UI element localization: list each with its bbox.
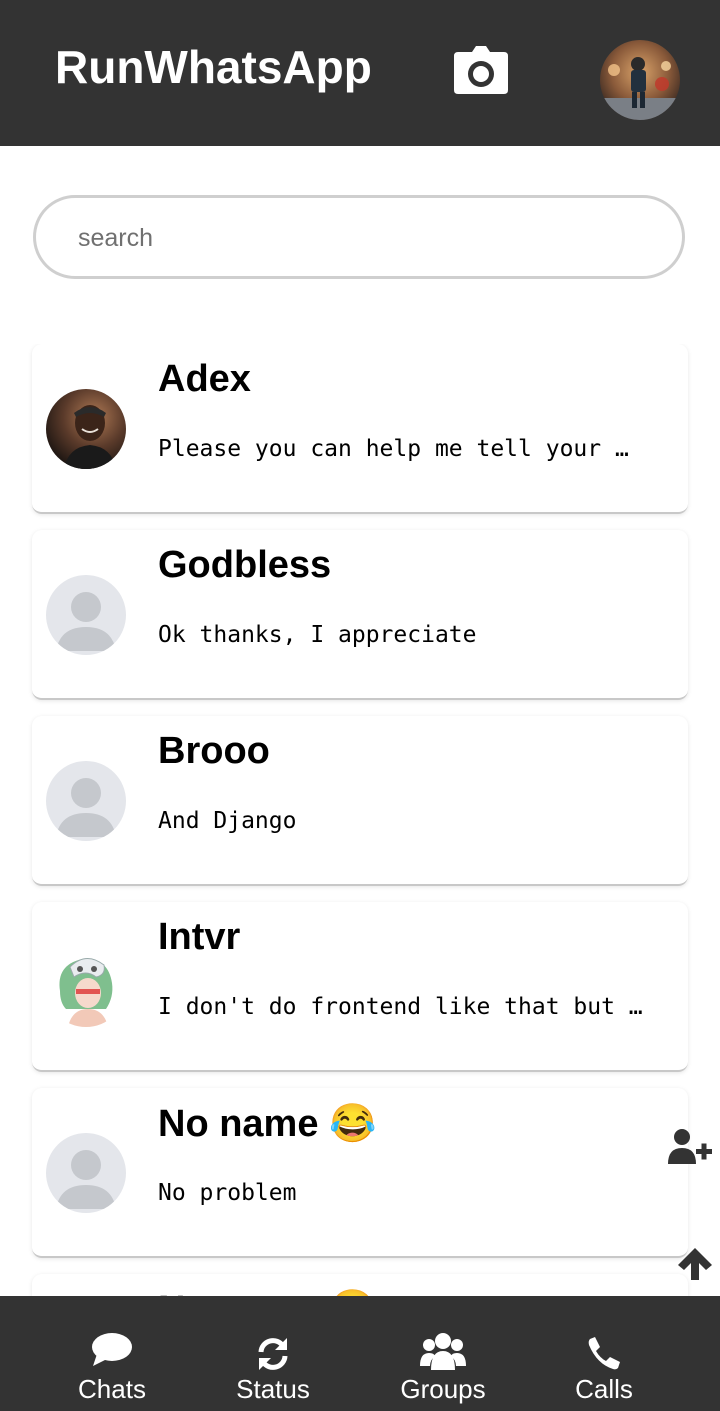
- default-user-icon: [46, 575, 126, 655]
- chat-last-message: Ok thanks, I appreciate: [158, 622, 477, 648]
- nav-label: Status: [236, 1374, 310, 1404]
- avatar: [46, 389, 126, 469]
- avatar: [46, 947, 126, 1027]
- nav-calls[interactable]: Calls: [534, 1296, 674, 1411]
- chat-last-message: And Django: [158, 808, 297, 834]
- chat-name: Brooo: [158, 730, 270, 772]
- avatar: [46, 1133, 126, 1213]
- chat-last-message: No problem: [158, 1180, 297, 1206]
- refresh-icon: [258, 1338, 288, 1370]
- add-contact-button[interactable]: [668, 1128, 714, 1171]
- chat-bubble-icon: [92, 1333, 132, 1366]
- profile-avatar[interactable]: [600, 40, 680, 120]
- nav-label: Groups: [400, 1374, 486, 1404]
- app-title: RunWhatsApp: [55, 41, 372, 93]
- chat-item-godbless[interactable]: Godbless Ok thanks, I appreciate: [32, 530, 688, 700]
- default-user-icon: [46, 761, 126, 841]
- nav-label: Chats: [78, 1374, 146, 1404]
- default-user-icon: [46, 1133, 126, 1213]
- chat-list: Adex Please you can help me tell your … …: [0, 344, 720, 1296]
- chat-name: Godbless: [158, 544, 332, 586]
- scroll-top-button[interactable]: [676, 1246, 714, 1287]
- chat-item-no-name-2[interactable]: No name 😂: [32, 1274, 688, 1296]
- chat-item-adex[interactable]: Adex Please you can help me tell your …: [32, 344, 688, 514]
- profile-photo-icon: [600, 40, 680, 120]
- nav-groups[interactable]: Groups: [373, 1296, 513, 1411]
- chat-last-message: Please you can help me tell your …: [158, 436, 629, 462]
- avatar: [46, 575, 126, 655]
- adex-photo-icon: [46, 389, 126, 469]
- users-icon: [420, 1333, 466, 1370]
- search-bar: [33, 195, 685, 279]
- phone-icon: [588, 1337, 620, 1370]
- arrow-up-icon: [678, 1248, 712, 1280]
- chat-last-message: I don't do frontend like that but …: [158, 994, 643, 1020]
- anime-avatar-icon: [46, 947, 126, 1027]
- chat-name: Adex: [158, 358, 251, 400]
- app-header: RunWhatsApp: [0, 0, 720, 146]
- chat-item-no-name[interactable]: No name 😂 No problem: [32, 1088, 688, 1258]
- chat-item-brooo[interactable]: Brooo And Django: [32, 716, 688, 886]
- chat-name: No name 😂: [158, 1288, 376, 1296]
- search-input[interactable]: [76, 216, 640, 260]
- chat-item-intvr[interactable]: Intvr I don't do frontend like that but …: [32, 902, 688, 1072]
- nav-chats[interactable]: Chats: [42, 1296, 182, 1411]
- nav-status[interactable]: Status: [203, 1296, 343, 1411]
- bottom-nav: Chats Status Groups Calls: [0, 1296, 720, 1411]
- chat-name: No name 😂: [158, 1103, 377, 1145]
- nav-label: Calls: [575, 1374, 633, 1404]
- avatar: [46, 761, 126, 841]
- camera-icon: [454, 46, 508, 94]
- camera-button[interactable]: [452, 46, 510, 98]
- chat-name: Intvr: [158, 916, 241, 958]
- user-plus-icon: [668, 1129, 712, 1164]
